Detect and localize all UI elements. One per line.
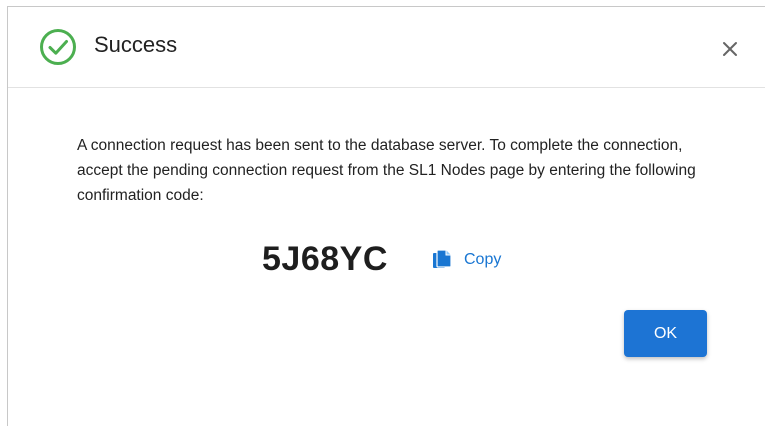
copy-label: Copy [464, 251, 502, 268]
copy-button[interactable]: Copy [432, 247, 501, 273]
confirmation-code: 5J68YC [262, 240, 388, 278]
close-icon[interactable] [718, 37, 742, 61]
dialog-title: Success [94, 32, 178, 57]
check-circle-icon [40, 29, 76, 65]
ok-button[interactable]: OK [624, 310, 707, 357]
dialog-message: A connection request has been sent to th… [77, 137, 696, 204]
success-dialog: Success A connection request has been se… [7, 6, 765, 426]
dialog-header: Success [8, 7, 765, 88]
copy-icon [433, 249, 452, 268]
